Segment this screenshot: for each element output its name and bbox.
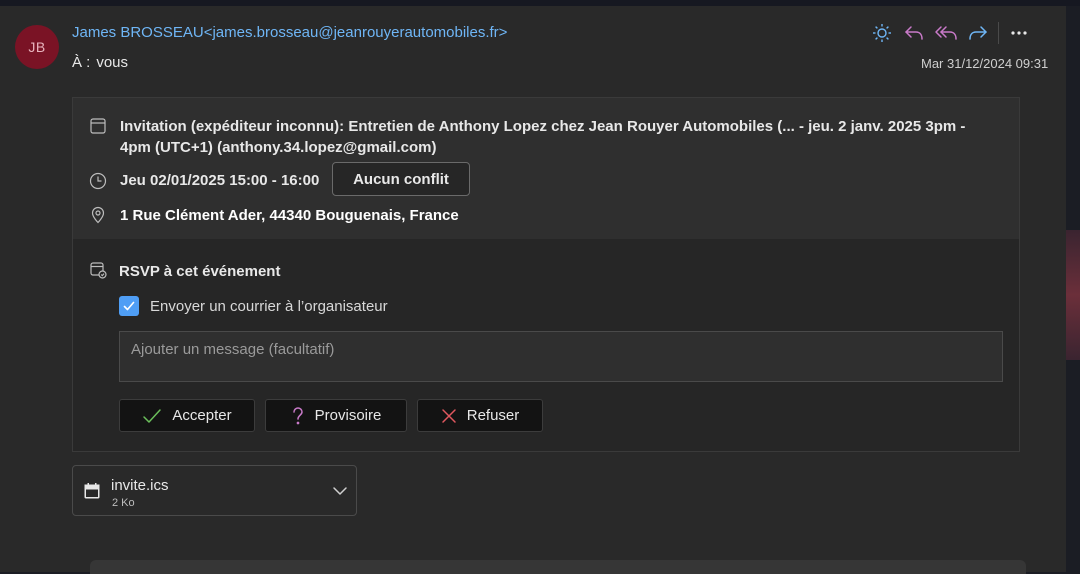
invitation-details: Invitation (expéditeur inconnu): Entreti…	[73, 98, 1019, 239]
sender-email[interactable]: <james.brosseau@jeanrouyerautomobiles.fr…	[204, 24, 508, 41]
avatar[interactable]: JB	[15, 25, 59, 69]
location-pin-icon	[91, 206, 105, 224]
forward-icon[interactable]	[962, 20, 994, 46]
sun-icon[interactable]	[866, 20, 898, 46]
toolbar-divider	[998, 22, 999, 44]
send-mail-label[interactable]: Envoyer un courrier à l’organisateur	[150, 298, 388, 315]
message-datetime: Mar 31/12/2024 09:31	[921, 56, 1049, 71]
checkmark-icon	[143, 408, 162, 423]
rsvp-message-input[interactable]: Ajouter un message (facultatif)	[119, 331, 1003, 382]
checkmark-icon	[123, 301, 135, 311]
sender-name[interactable]: James BROSSEAU	[72, 24, 204, 41]
event-datetime: Jeu 02/01/2025 15:00 - 16:00	[120, 172, 320, 189]
sender-line[interactable]: James BROSSEAU<james.brosseau@jeanrouyer…	[72, 24, 507, 41]
tentative-button[interactable]: Provisoire	[265, 399, 407, 432]
accept-label: Accepter	[172, 407, 232, 424]
clock-icon	[89, 172, 107, 190]
rsvp-section: RSVP à cet événement Envoyer un courrier…	[73, 239, 1019, 451]
invitation-title: Invitation (expéditeur inconnu): Entreti…	[120, 118, 966, 156]
recipient-value[interactable]: vous	[96, 54, 128, 71]
rsvp-message-placeholder: Ajouter un message (facultatif)	[131, 341, 335, 358]
calendar-rsvp-icon	[90, 262, 107, 279]
rsvp-title: RSVP à cet événement	[119, 263, 281, 280]
more-icon[interactable]	[1003, 20, 1035, 46]
close-icon	[441, 408, 456, 423]
chevron-down-icon[interactable]	[331, 482, 349, 500]
question-mark-icon	[292, 406, 303, 424]
accept-button[interactable]: Accepter	[119, 399, 255, 432]
reply-icon[interactable]	[898, 20, 930, 46]
avatar-initials: JB	[28, 39, 46, 55]
attachment-name: invite.ics	[111, 477, 169, 494]
decline-button[interactable]: Refuser	[417, 399, 543, 432]
attachment-size: 2 Ko	[112, 497, 135, 509]
conflict-status-button[interactable]: Aucun conflit	[332, 162, 470, 196]
meeting-invitation-card: Invitation (expéditeur inconnu): Entreti…	[72, 97, 1020, 452]
reply-all-icon[interactable]	[930, 20, 962, 46]
recipient-line: À : vous	[72, 54, 128, 71]
attachment-card[interactable]: invite.ics 2 Ko	[72, 465, 357, 516]
send-mail-checkbox[interactable]	[119, 296, 139, 316]
event-location[interactable]: 1 Rue Clément Ader, 44340 Bouguenais, Fr…	[120, 207, 459, 224]
calendar-file-icon	[84, 483, 100, 499]
recipient-label: À :	[72, 54, 91, 71]
calendar-icon	[90, 118, 106, 134]
tentative-label: Provisoire	[314, 407, 382, 424]
decline-label: Refuser	[466, 407, 520, 424]
background-glow	[1066, 230, 1080, 360]
message-toolbar	[866, 20, 1035, 46]
